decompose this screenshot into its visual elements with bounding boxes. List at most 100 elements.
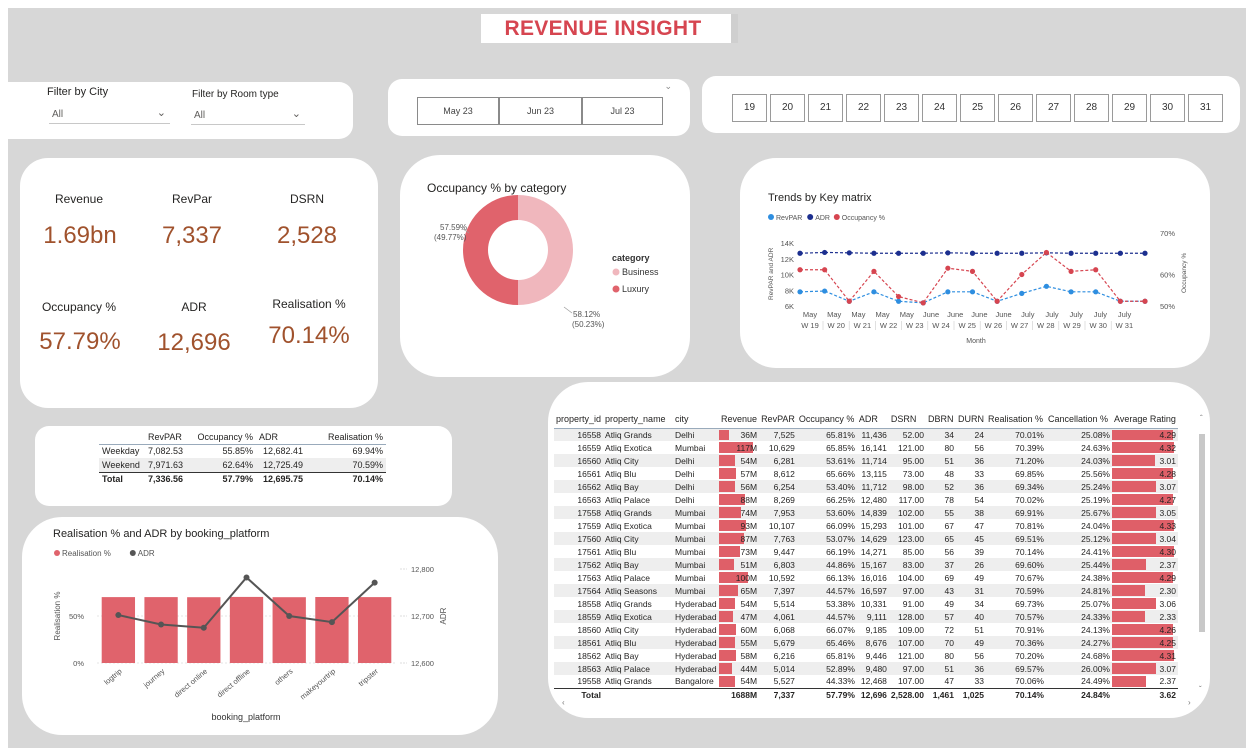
- table-row[interactable]: 16558 Atliq Grands Delhi 36M 7,525 65.81% 11,4…: [554, 428, 1178, 441]
- week-tile[interactable]: 19: [732, 94, 767, 122]
- data-point[interactable]: [994, 250, 1000, 256]
- adr-point[interactable]: [328, 619, 335, 626]
- table-row[interactable]: 16560 Atliq City Delhi 54M 6,281 53.61% 11,714…: [554, 454, 1178, 467]
- adr-point[interactable]: [115, 612, 122, 619]
- week-tile[interactable]: 28: [1074, 94, 1109, 122]
- data-point[interactable]: [1117, 298, 1123, 304]
- scroll-up-icon[interactable]: ˆ: [1200, 414, 1203, 423]
- week-tile[interactable]: 26: [998, 94, 1033, 122]
- month-tile[interactable]: Jul 23: [582, 97, 663, 125]
- table-row[interactable]: 19558 Atliq Grands Bangalore 54M 5,527 44.33%…: [554, 675, 1178, 688]
- scroll-down-icon[interactable]: ˇ: [1199, 685, 1202, 694]
- table-row[interactable]: 16559 Atliq Exotica Mumbai 117M 10,629 65.85%…: [554, 441, 1178, 454]
- month-tile[interactable]: Jun 23: [499, 97, 582, 125]
- data-point[interactable]: [871, 268, 877, 274]
- data-point[interactable]: [1117, 250, 1123, 256]
- data-point[interactable]: [969, 268, 976, 274]
- adr-point[interactable]: [200, 624, 207, 631]
- data-point[interactable]: [1093, 267, 1099, 273]
- data-point[interactable]: [1068, 268, 1074, 274]
- data-point[interactable]: [895, 293, 902, 300]
- data-point[interactable]: [994, 298, 1000, 304]
- column-header[interactable]: Revenue: [719, 410, 760, 429]
- column-header[interactable]: property_name: [603, 410, 674, 429]
- data-point[interactable]: [1043, 283, 1050, 289]
- data-point[interactable]: [969, 289, 976, 295]
- data-point[interactable]: [1093, 250, 1099, 256]
- table-row[interactable]: 17559 Atliq Exotica Mumbai 93M 10,107 66.09% 1…: [554, 519, 1178, 532]
- table-row[interactable]: 18561 Atliq Blu Hyderabad 55M 5,679 65.46% 8,6…: [554, 636, 1178, 649]
- data-point[interactable]: [871, 250, 877, 256]
- data-point[interactable]: [1093, 289, 1099, 295]
- data-point[interactable]: [920, 250, 926, 256]
- donut-slice-luxury[interactable]: [463, 195, 518, 305]
- data-point[interactable]: [1068, 289, 1074, 295]
- week-tile[interactable]: 31: [1188, 94, 1223, 122]
- table-row[interactable]: 17562 Atliq Bay Mumbai 51M 6,803 44.86% 15,167…: [554, 558, 1178, 571]
- column-header[interactable]: Occupancy %: [796, 410, 857, 429]
- column-header[interactable]: city: [673, 410, 720, 429]
- table-row[interactable]: 17561 Atliq Blu Mumbai 73M 9,447 66.19% 14,271…: [554, 545, 1178, 558]
- data-point[interactable]: [920, 300, 926, 306]
- data-point[interactable]: [822, 267, 828, 273]
- column-header[interactable]: property_id: [554, 410, 604, 429]
- data-point[interactable]: [895, 298, 902, 304]
- week-tile[interactable]: 22: [846, 94, 881, 122]
- room-filter-dropdown[interactable]: All ⌄: [191, 107, 305, 125]
- vertical-scrollbar[interactable]: [1199, 434, 1205, 632]
- table-row[interactable]: 16562 Atliq Bay Delhi 56M 6,254 53.40% 11,712 9…: [554, 480, 1178, 493]
- table-row[interactable]: 16563 Atliq Palace Delhi 88M 8,269 66.25% 12,4…: [554, 493, 1178, 506]
- data-point[interactable]: [797, 267, 803, 273]
- week-tile[interactable]: 29: [1112, 94, 1147, 122]
- table-row[interactable]: 17564 Atliq Seasons Mumbai 65M 7,397 44.57% 16…: [554, 584, 1178, 597]
- week-tile[interactable]: 20: [770, 94, 805, 122]
- table-row[interactable]: 18560 Atliq City Hyderabad 60M 6,068 66.07% 9,…: [554, 623, 1178, 636]
- platform-bar[interactable]: [272, 597, 306, 663]
- table-row[interactable]: 17560 Atliq City Mumbai 87M 7,763 53.07% 14,62…: [554, 532, 1178, 545]
- data-point[interactable]: [1019, 271, 1025, 278]
- data-point[interactable]: [969, 250, 976, 256]
- data-point[interactable]: [846, 250, 852, 256]
- data-point[interactable]: [797, 250, 803, 256]
- scroll-left-icon[interactable]: ‹: [562, 698, 565, 707]
- week-tile[interactable]: 21: [808, 94, 843, 122]
- table-row[interactable]: 16561 Atliq Blu Delhi 57M 8,612 65.66% 13,115 7…: [554, 467, 1178, 480]
- adr-point[interactable]: [243, 574, 250, 581]
- platform-bar[interactable]: [357, 597, 392, 663]
- table-row[interactable]: 18562 Atliq Bay Hyderabad 58M 6,216 65.81% 9,4…: [554, 649, 1178, 662]
- week-tile[interactable]: 27: [1036, 94, 1071, 122]
- data-point[interactable]: [797, 289, 803, 295]
- column-header[interactable]: ADR: [856, 410, 889, 429]
- table-row[interactable]: 17558 Atliq Grands Mumbai 74M 7,953 53.60% 14,…: [554, 506, 1178, 519]
- table-row[interactable]: 18558 Atliq Grands Hyderabad 54M 5,514 53.38%…: [554, 597, 1178, 610]
- month-tile[interactable]: May 23: [417, 97, 499, 125]
- week-tile[interactable]: 23: [884, 94, 919, 122]
- data-point[interactable]: [1019, 290, 1025, 296]
- column-header[interactable]: Realisation %: [986, 410, 1046, 429]
- platform-bar[interactable]: [315, 597, 349, 663]
- data-point[interactable]: [1142, 298, 1148, 304]
- data-point[interactable]: [945, 265, 951, 271]
- data-point[interactable]: [871, 289, 877, 295]
- data-point[interactable]: [822, 249, 828, 256]
- table-row[interactable]: 18559 Atliq Exotica Hyderabad 47M 4,061 44.57…: [554, 610, 1178, 623]
- city-filter-dropdown[interactable]: All ⌄: [49, 106, 170, 124]
- column-header[interactable]: DURN: [956, 410, 986, 429]
- data-point[interactable]: [1019, 250, 1025, 256]
- column-header[interactable]: Average Rating: [1112, 410, 1178, 429]
- platform-bar[interactable]: [101, 597, 136, 663]
- adr-point[interactable]: [371, 579, 378, 586]
- property-table-viewport[interactable]: property_id property_name city Revenue RevPA…: [554, 410, 1209, 706]
- data-point[interactable]: [846, 298, 852, 304]
- data-point[interactable]: [822, 288, 828, 294]
- column-header[interactable]: DBRN: [926, 410, 956, 429]
- data-point[interactable]: [1043, 249, 1050, 256]
- table-row[interactable]: 17563 Atliq Palace Mumbai 100M 10,592 66.13% 1…: [554, 571, 1178, 584]
- data-point[interactable]: [1142, 250, 1148, 256]
- week-tile[interactable]: 24: [922, 94, 957, 122]
- table-row[interactable]: 18563 Atliq Palace Hyderabad 44M 5,014 52.89%…: [554, 662, 1178, 675]
- data-point[interactable]: [945, 289, 951, 295]
- platform-bar[interactable]: [144, 597, 178, 663]
- adr-point[interactable]: [286, 613, 293, 619]
- data-point[interactable]: [1068, 250, 1074, 256]
